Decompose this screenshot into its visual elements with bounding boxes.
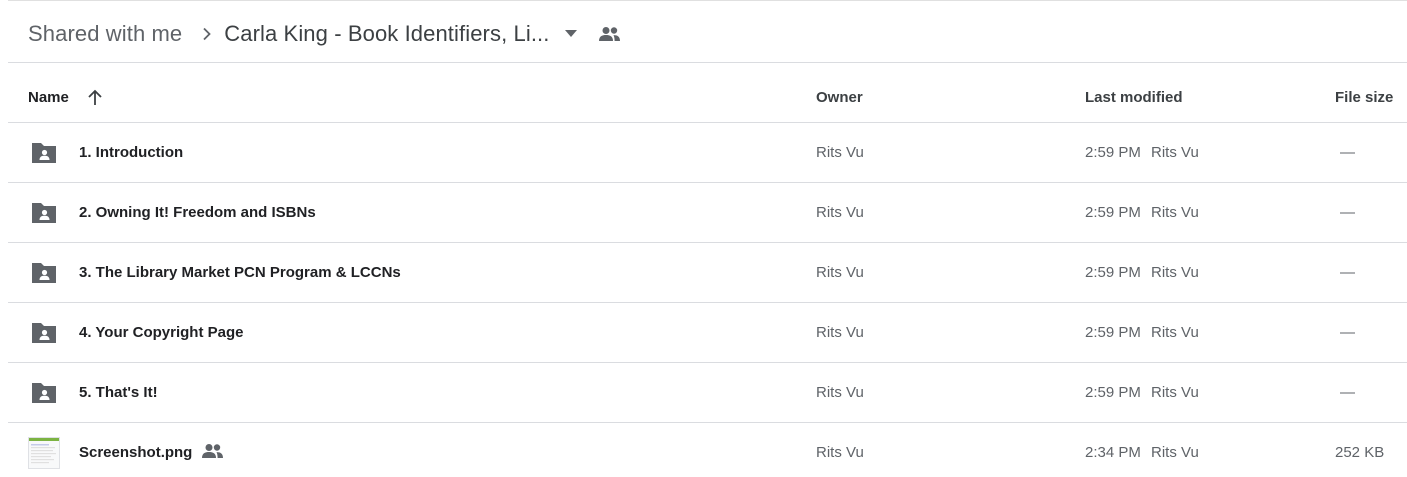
- column-header-file-size[interactable]: File size: [1335, 89, 1393, 106]
- modified-time: 2:59 PM: [1085, 204, 1141, 221]
- modified-time: 2:34 PM: [1085, 444, 1141, 461]
- breadcrumb: Shared with me Carla King - Book Identif…: [28, 14, 621, 54]
- file-owner: Rits Vu: [816, 384, 864, 401]
- shared-folder-icon: [30, 261, 58, 285]
- file-name[interactable]: 5. That's It!: [79, 384, 158, 401]
- file-name[interactable]: 2. Owning It! Freedom and ISBNs: [79, 204, 316, 221]
- file-row[interactable]: 1. Introduction Rits Vu 2:59 PM Rits Vu …: [8, 123, 1407, 183]
- column-header-row: Name Owner Last modified File size: [8, 63, 1407, 123]
- file-row[interactable]: 2. Owning It! Freedom and ISBNs Rits Vu …: [8, 183, 1407, 243]
- image-thumbnail: [28, 437, 60, 469]
- file-row[interactable]: Screenshot.png Rits Vu 2:34 PM Rits Vu 2…: [8, 423, 1407, 477]
- shared-folder-icon: [30, 201, 58, 225]
- chevron-right-icon: [200, 27, 214, 41]
- file-row[interactable]: 5. That's It! Rits Vu 2:59 PM Rits Vu —: [8, 363, 1407, 423]
- file-owner: Rits Vu: [816, 324, 864, 341]
- modified-time: 2:59 PM: [1085, 324, 1141, 341]
- modified-by: Rits Vu: [1151, 444, 1199, 461]
- file-owner: Rits Vu: [816, 204, 864, 221]
- file-owner: Rits Vu: [816, 264, 864, 281]
- modified-by: Rits Vu: [1151, 264, 1199, 281]
- file-size: 252 KB: [1335, 444, 1385, 461]
- modified-by: Rits Vu: [1151, 144, 1199, 161]
- top-border: [8, 0, 1407, 1]
- shared-people-icon[interactable]: [599, 23, 621, 45]
- file-size: —: [1340, 204, 1355, 221]
- column-header-last-modified[interactable]: Last modified: [1085, 89, 1183, 106]
- file-name[interactable]: 4. Your Copyright Page: [79, 324, 243, 341]
- caret-down-icon[interactable]: [565, 28, 578, 40]
- file-size: —: [1340, 384, 1355, 401]
- file-owner: Rits Vu: [816, 144, 864, 161]
- modified-time: 2:59 PM: [1085, 264, 1141, 281]
- file-owner: Rits Vu: [816, 444, 864, 461]
- breadcrumb-current-folder[interactable]: Carla King - Book Identifiers, Li...: [224, 21, 549, 47]
- modified-by: Rits Vu: [1151, 384, 1199, 401]
- modified-time: 2:59 PM: [1085, 384, 1141, 401]
- shared-people-icon: [202, 443, 224, 463]
- shared-folder-icon: [30, 141, 58, 165]
- file-size: —: [1340, 144, 1355, 161]
- breadcrumb-shared-with-me[interactable]: Shared with me: [28, 21, 182, 47]
- column-header-name[interactable]: Name: [28, 89, 69, 106]
- file-row[interactable]: 4. Your Copyright Page Rits Vu 2:59 PM R…: [8, 303, 1407, 363]
- file-name[interactable]: 3. The Library Market PCN Program & LCCN…: [79, 264, 401, 281]
- file-size: —: [1340, 264, 1355, 281]
- file-name[interactable]: Screenshot.png: [79, 444, 192, 461]
- modified-by: Rits Vu: [1151, 324, 1199, 341]
- file-list: 1. Introduction Rits Vu 2:59 PM Rits Vu …: [8, 123, 1407, 477]
- shared-folder-icon: [30, 381, 58, 405]
- modified-time: 2:59 PM: [1085, 144, 1141, 161]
- modified-by: Rits Vu: [1151, 204, 1199, 221]
- sort-arrow-up-icon[interactable]: [86, 89, 104, 107]
- file-row[interactable]: 3. The Library Market PCN Program & LCCN…: [8, 243, 1407, 303]
- file-name[interactable]: 1. Introduction: [79, 144, 183, 161]
- file-size: —: [1340, 324, 1355, 341]
- shared-folder-icon: [30, 321, 58, 345]
- column-header-owner[interactable]: Owner: [816, 89, 863, 106]
